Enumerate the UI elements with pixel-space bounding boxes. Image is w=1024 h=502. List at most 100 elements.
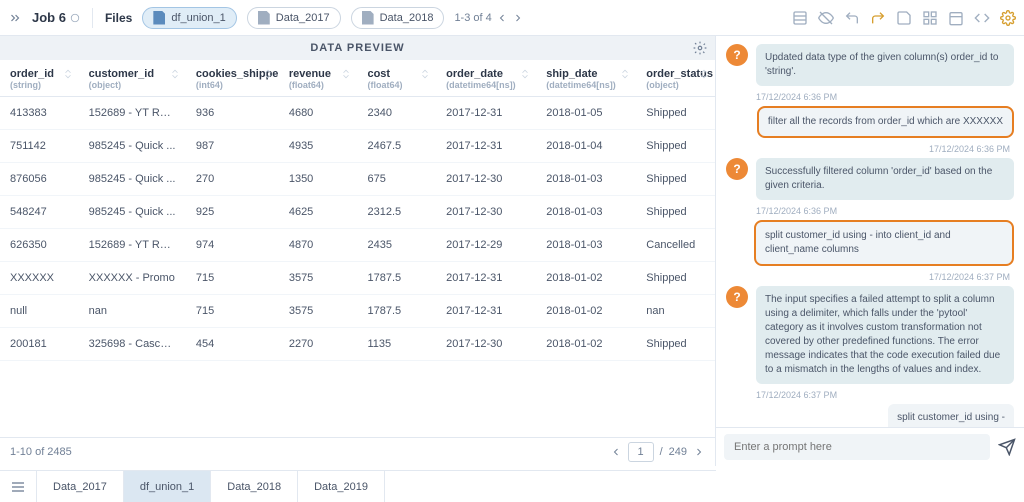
chat-panel: ?Updated data type of the given column(s… <box>716 36 1024 466</box>
table-row[interactable]: 200181325698 - Cascad...454227011352017-… <box>0 328 715 361</box>
chevron-right-icon[interactable] <box>512 12 524 24</box>
table-cell: 876056 <box>0 163 79 196</box>
bot-avatar: ? <box>726 158 748 180</box>
table-cell: Shipped <box>636 97 715 130</box>
table-cell: 2017-12-30 <box>436 163 536 196</box>
layout-icon[interactable] <box>922 10 938 26</box>
table-cell: Cancelled <box>636 229 715 262</box>
table-cell: 1787.5 <box>357 262 436 295</box>
table-cell: XXXXXX <box>0 262 79 295</box>
table-row[interactable]: 626350152689 - YT Rest...974487024352017… <box>0 229 715 262</box>
sheet-tab[interactable]: Data_2018 <box>211 471 298 502</box>
column-header[interactable]: order_date(datetime64[ns]) <box>436 60 536 97</box>
data-table: order_id(string)customer_id(object)cooki… <box>0 60 715 361</box>
table-row[interactable]: 751142985245 - Quick ...98749352467.5201… <box>0 130 715 163</box>
file-icon <box>362 11 374 25</box>
table-cell: 2270 <box>279 328 358 361</box>
save-icon[interactable] <box>896 10 912 26</box>
job-title: Job 6 <box>32 10 80 25</box>
timestamp: 17/12/2024 6:36 PM <box>756 92 1014 102</box>
table-cell: 4625 <box>279 196 358 229</box>
page-prev-icon[interactable] <box>610 446 622 458</box>
grid-icon[interactable] <box>792 10 808 26</box>
timestamp: 17/12/2024 6:36 PM <box>756 206 1014 216</box>
page-input[interactable]: 1 <box>628 442 654 462</box>
file-pill-df-union[interactable]: df_union_1 <box>142 7 236 29</box>
preview-header: DATA PREVIEW <box>0 36 715 60</box>
timestamp: 17/12/2024 6:37 PM <box>726 272 1010 282</box>
table-cell: Shipped <box>636 130 715 163</box>
table-cell: Shipped <box>636 196 715 229</box>
table-cell: 2017-12-30 <box>436 328 536 361</box>
undo-icon[interactable] <box>844 10 860 26</box>
redo-icon[interactable] <box>870 10 886 26</box>
column-header[interactable]: cookies_shippe(int64) <box>186 60 279 97</box>
table-cell: 985245 - Quick ... <box>79 130 186 163</box>
table-cell: 751142 <box>0 130 79 163</box>
table-cell: 2467.5 <box>357 130 436 163</box>
column-header[interactable]: customer_id(object) <box>79 60 186 97</box>
table-cell: Shipped <box>636 328 715 361</box>
table-cell: 270 <box>186 163 279 196</box>
bot-avatar: ? <box>726 44 748 66</box>
table-cell: 413383 <box>0 97 79 130</box>
files-label: Files <box>105 11 132 25</box>
eye-off-icon[interactable] <box>818 10 834 26</box>
column-header[interactable]: cost(float64) <box>357 60 436 97</box>
table-cell: 3575 <box>279 295 358 328</box>
table-cell: 2017-12-29 <box>436 229 536 262</box>
table-row[interactable]: nullnan71535751787.52017-12-312018-01-02… <box>0 295 715 328</box>
page-next-icon[interactable] <box>693 446 705 458</box>
tabs-menu-icon[interactable] <box>0 479 36 495</box>
table-cell: Shipped <box>636 262 715 295</box>
user-message: split customer_id using - <box>888 404 1014 427</box>
table-cell: 2018-01-03 <box>536 229 636 262</box>
table-cell: 4870 <box>279 229 358 262</box>
table-cell: 2017-12-31 <box>436 97 536 130</box>
table-cell: 2340 <box>357 97 436 130</box>
column-header[interactable]: order_id(string) <box>0 60 79 97</box>
column-header[interactable]: order_status(object) <box>636 60 715 97</box>
column-header[interactable]: ship_date(datetime64[ns]) <box>536 60 636 97</box>
table-cell: nan <box>79 295 186 328</box>
file-pill-data-2018[interactable]: Data_2018 <box>351 7 445 29</box>
table-cell: 987 <box>186 130 279 163</box>
table-cell: 974 <box>186 229 279 262</box>
chevron-left-icon[interactable] <box>496 12 508 24</box>
timestamp: 17/12/2024 6:36 PM <box>726 144 1010 154</box>
table-cell: 715 <box>186 295 279 328</box>
settings-icon[interactable] <box>1000 10 1016 26</box>
column-header[interactable]: revenue(float64) <box>279 60 358 97</box>
code-icon[interactable] <box>974 10 990 26</box>
table-cell: 715 <box>186 262 279 295</box>
table-cell: 3575 <box>279 262 358 295</box>
table-row[interactable]: 413383152689 - YT Rest...936468023402017… <box>0 97 715 130</box>
table-cell: nan <box>636 295 715 328</box>
table-row[interactable]: 548247985245 - Quick ...92546252312.5201… <box>0 196 715 229</box>
table-cell: 548247 <box>0 196 79 229</box>
table-cell: XXXXXX - Promo <box>79 262 186 295</box>
file-pill-data-2017[interactable]: Data_2017 <box>247 7 341 29</box>
bot-message: Successfully filtered column 'order_id' … <box>756 158 1014 200</box>
user-message: filter all the records from order_id whi… <box>757 106 1014 138</box>
table-row[interactable]: XXXXXXXXXXXX - Promo71535751787.52017-12… <box>0 262 715 295</box>
prompt-input[interactable] <box>724 434 990 460</box>
table-cell: 2018-01-05 <box>536 97 636 130</box>
sheet-tab[interactable]: Data_2017 <box>36 471 124 502</box>
timestamp: 17/12/2024 6:37 PM <box>756 390 1014 400</box>
table-cell: 325698 - Cascad... <box>79 328 186 361</box>
sheet-tab[interactable]: Data_2019 <box>298 471 385 502</box>
calendar-icon[interactable] <box>948 10 964 26</box>
table-cell: 2018-01-02 <box>536 295 636 328</box>
table-cell: 936 <box>186 97 279 130</box>
toolbar-icons <box>792 10 1016 26</box>
preview-settings-icon[interactable] <box>693 41 707 55</box>
table-row[interactable]: 876056985245 - Quick ...27013506752017-1… <box>0 163 715 196</box>
sheet-tabs: Data_2017df_union_1Data_2018Data_2019 <box>0 470 716 502</box>
send-button[interactable] <box>998 438 1016 456</box>
table-cell: 2312.5 <box>357 196 436 229</box>
table-cell: 1350 <box>279 163 358 196</box>
sheet-tab[interactable]: df_union_1 <box>124 471 211 502</box>
table-cell: 200181 <box>0 328 79 361</box>
expand-icon[interactable] <box>8 10 22 25</box>
